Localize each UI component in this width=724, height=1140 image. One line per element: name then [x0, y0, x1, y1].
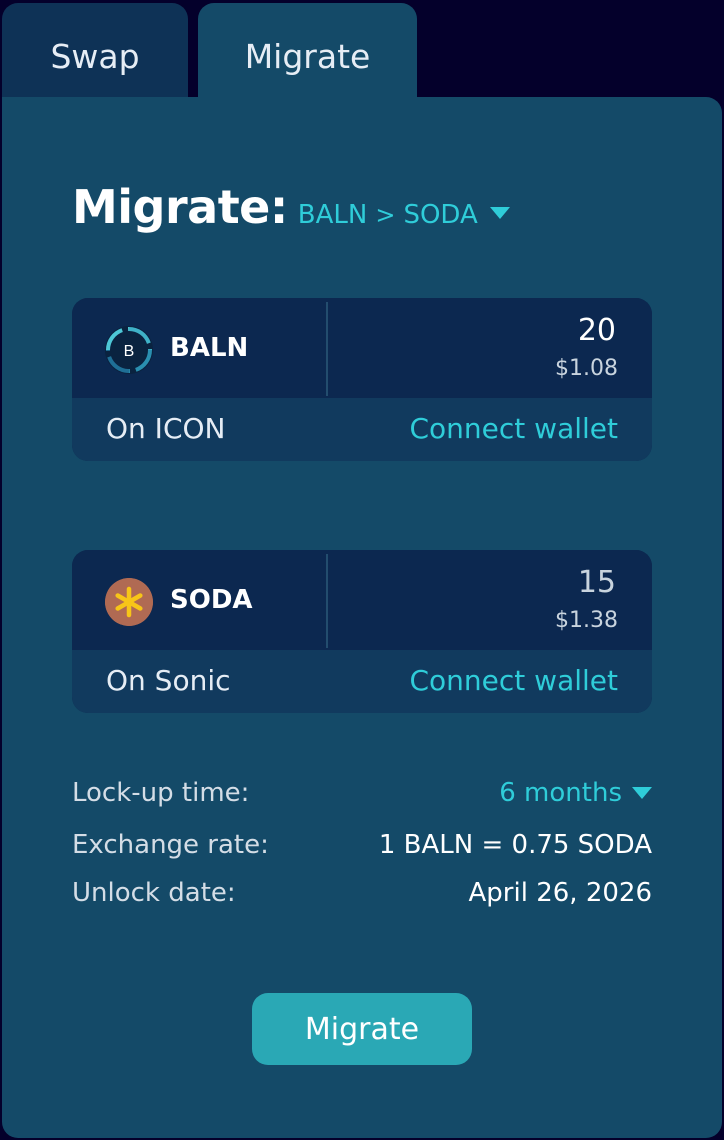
- from-token-card: B BALN $1.08 On ICON Connect wallet: [72, 298, 652, 461]
- from-amount-input[interactable]: [414, 312, 618, 349]
- to-usd-value: $1.38: [555, 608, 618, 633]
- from-token-card-bottom: On ICON Connect wallet: [72, 398, 652, 461]
- pair-to-token: SODA: [403, 200, 478, 230]
- pair-separator-icon: >: [375, 201, 396, 229]
- migrate-button[interactable]: Migrate: [252, 993, 472, 1065]
- exchange-rate-row: Exchange rate: 1 BALN = 0.75 SODA: [72, 830, 652, 860]
- unlock-date-label: Unlock date:: [72, 878, 236, 908]
- pair-selector[interactable]: BALN > SODA: [298, 200, 510, 230]
- migrate-panel: Migrate: BALN > SODA B BALN $1.08 On ICO…: [2, 97, 722, 1138]
- to-token-card: SODA $1.38 On Sonic Connect wallet: [72, 550, 652, 713]
- exchange-rate-value: 1 BALN = 0.75 SODA: [378, 830, 652, 860]
- unlock-date-row: Unlock date: April 26, 2026: [72, 878, 652, 908]
- to-connect-wallet-link[interactable]: Connect wallet: [410, 664, 619, 697]
- to-amount-input[interactable]: [414, 564, 618, 601]
- lockup-value: 6 months: [499, 778, 622, 808]
- from-usd-value: $1.08: [555, 356, 618, 381]
- card-divider: [326, 302, 328, 396]
- heading-title: Migrate:: [72, 180, 288, 234]
- card-divider: [326, 554, 328, 648]
- unlock-date-value: April 26, 2026: [468, 878, 652, 908]
- caret-down-icon: [489, 207, 510, 219]
- to-token-card-top: SODA $1.38: [72, 550, 652, 650]
- baln-icon-letter: B: [124, 343, 135, 360]
- baln-token-icon: B: [105, 326, 153, 374]
- lockup-label: Lock-up time:: [72, 778, 250, 808]
- to-network-label: On Sonic: [106, 664, 231, 697]
- from-connect-wallet-link[interactable]: Connect wallet: [410, 412, 619, 445]
- page-title: Migrate: BALN > SODA: [72, 180, 510, 234]
- caret-down-icon: [632, 787, 652, 799]
- from-network-label: On ICON: [106, 412, 226, 445]
- to-token-name: SODA: [170, 585, 253, 615]
- lockup-row: Lock-up time: 6 months: [72, 778, 652, 808]
- soda-token-icon: [105, 578, 153, 626]
- to-token-card-bottom: On Sonic Connect wallet: [72, 650, 652, 713]
- from-token-card-top: B BALN $1.08: [72, 298, 652, 398]
- pair-from-token: BALN: [297, 200, 368, 230]
- exchange-rate-label: Exchange rate:: [72, 830, 269, 860]
- from-token-name: BALN: [170, 333, 249, 363]
- lockup-dropdown[interactable]: 6 months: [499, 778, 652, 808]
